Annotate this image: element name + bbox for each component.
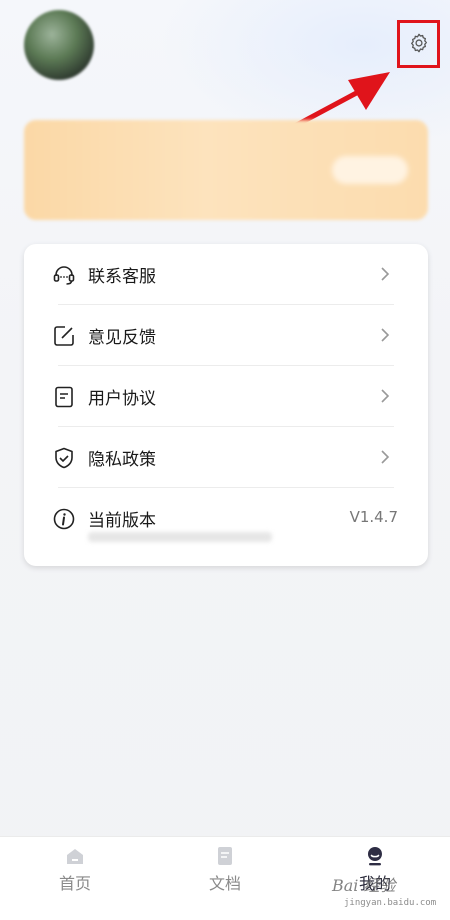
chevron-right-icon <box>381 267 390 281</box>
menu-item-privacy-policy[interactable]: 隐私政策 <box>24 427 428 488</box>
nav-label: 文档 <box>208 874 241 893</box>
menu-item-current-version: 当前版本 V1.4.7 <box>24 488 428 566</box>
version-detail-blurred <box>88 532 272 542</box>
menu-item-label: 当前版本 <box>88 511 156 531</box>
menu-item-label: 用户协议 <box>88 389 156 409</box>
menu-item-label: 隐私政策 <box>88 450 156 470</box>
chevron-right-icon <box>381 450 390 464</box>
document-icon <box>55 386 73 408</box>
home-icon <box>67 849 83 864</box>
vip-banner[interactable] <box>24 120 428 220</box>
edit-icon <box>54 326 74 346</box>
watermark: Bai 经验 <box>332 876 396 895</box>
avatar[interactable] <box>24 10 94 80</box>
version-value: V1.4.7 <box>349 508 398 526</box>
info-icon <box>53 508 75 530</box>
menu-card: 联系客服 意见反馈 用户协议 隐私政策 当前版本 V1.4.7 <box>24 244 428 566</box>
nav-label: 首页 <box>58 874 91 893</box>
chevron-right-icon <box>381 389 390 403</box>
menu-item-customer-service[interactable]: 联系客服 <box>24 244 428 305</box>
nav-item-home[interactable]: 首页 <box>0 837 150 897</box>
watermark-url: jingyan.baidu.com <box>344 898 437 908</box>
nav-item-documents[interactable]: 文档 <box>150 837 300 897</box>
file-icon <box>218 847 232 865</box>
profile-name[interactable] <box>116 20 226 42</box>
chevron-right-icon <box>381 328 390 342</box>
headset-icon <box>53 266 75 285</box>
menu-item-label: 联系客服 <box>88 267 156 287</box>
shield-check-icon <box>55 447 73 469</box>
menu-item-user-agreement[interactable]: 用户协议 <box>24 366 428 427</box>
menu-item-feedback[interactable]: 意见反馈 <box>24 305 428 366</box>
menu-item-label: 意见反馈 <box>88 328 156 348</box>
user-icon <box>368 847 382 866</box>
gear-icon[interactable] <box>408 32 430 54</box>
vip-open-button[interactable] <box>332 156 408 184</box>
